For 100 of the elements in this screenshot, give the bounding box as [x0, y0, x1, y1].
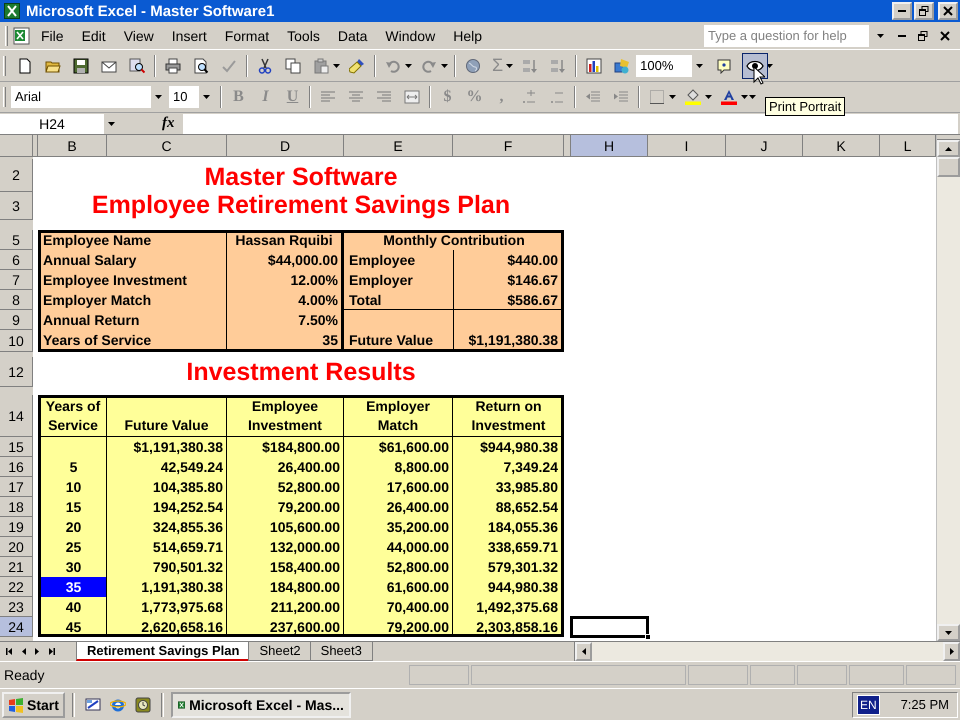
right-arrow-icon[interactable]	[35, 648, 39, 655]
scroll-right-button[interactable]	[943, 642, 960, 661]
column-header[interactable]: E	[344, 135, 453, 157]
browser-icon[interactable]	[110, 696, 126, 712]
menu-item[interactable]: File	[31, 28, 72, 44]
check-mark-icon[interactable]	[221, 58, 237, 74]
column-header[interactable]: L	[880, 135, 936, 157]
menu-item[interactable]: Data	[328, 28, 376, 44]
first-sheet-icon[interactable]	[6, 648, 13, 655]
row-header[interactable]: 6	[0, 250, 33, 270]
column-header[interactable]	[33, 135, 38, 157]
menu-item[interactable]: Format	[214, 28, 278, 44]
language-indicator[interactable]: EN	[857, 694, 880, 714]
taskbar-button[interactable]: Microsoft Excel - Mas...	[170, 692, 351, 718]
column-header[interactable]: K	[803, 135, 880, 157]
scroll-thumb[interactable]	[937, 157, 960, 177]
row-header[interactable]: 7	[0, 270, 33, 290]
left-arrow-icon[interactable]	[22, 648, 26, 655]
caret-icon[interactable]	[669, 95, 676, 99]
zoom-field[interactable]: 100%	[636, 54, 692, 76]
column-header[interactable]: B	[38, 135, 107, 157]
name-box[interactable]: H24	[0, 114, 104, 134]
menu-item[interactable]: View	[114, 28, 162, 44]
formula-field[interactable]	[182, 114, 958, 134]
scroll-down-button[interactable]	[937, 624, 960, 641]
sheet-tab[interactable]: Sheet2	[248, 642, 312, 661]
merge-cells-icon[interactable]	[404, 89, 420, 105]
clipboard-icon[interactable]	[313, 58, 329, 74]
shapes-icon[interactable]	[614, 58, 630, 74]
row-header[interactable]: 14	[0, 395, 33, 437]
document-icon[interactable]	[17, 58, 33, 74]
split-handle[interactable]	[570, 642, 575, 661]
scroll-left-button[interactable]	[575, 642, 592, 661]
caret-icon[interactable]	[705, 95, 712, 99]
row-header[interactable]: 24	[0, 617, 33, 637]
media-player-icon[interactable]	[134, 696, 151, 712]
select-all-button[interactable]	[0, 135, 33, 157]
caret-icon[interactable]	[333, 64, 340, 68]
restore-icon[interactable]	[918, 30, 928, 40]
row-header[interactable]: 23	[0, 597, 33, 617]
scroll-up-button[interactable]	[937, 140, 960, 157]
minimize-button[interactable]	[892, 2, 912, 20]
globe-icon[interactable]	[465, 58, 481, 74]
vertical-scrollbar[interactable]	[936, 135, 960, 641]
row-header[interactable]: 16	[0, 457, 33, 477]
brush-icon[interactable]	[349, 58, 365, 74]
font-field[interactable]: Arial	[11, 86, 151, 108]
copy-icon[interactable]	[285, 58, 301, 74]
speech-bubble-icon[interactable]	[716, 58, 732, 74]
row-header[interactable]: 2	[0, 159, 33, 192]
row-header[interactable]: 19	[0, 517, 33, 537]
close-button[interactable]	[938, 2, 958, 20]
close-icon[interactable]	[940, 30, 950, 40]
page-magnifier-icon[interactable]	[193, 58, 209, 74]
search-icon[interactable]	[129, 58, 145, 74]
selected-cell[interactable]	[570, 616, 649, 638]
column-header[interactable]: F	[453, 135, 564, 157]
row-header[interactable]: 21	[0, 557, 33, 577]
column-header[interactable]: D	[227, 135, 344, 157]
column-header[interactable]: H	[571, 135, 648, 157]
split-handle[interactable]	[937, 135, 960, 140]
row-header[interactable]: 22	[0, 577, 33, 597]
row-header[interactable]: 9	[0, 310, 33, 330]
menu-item[interactable]: Edit	[72, 28, 114, 44]
minimize-icon[interactable]	[898, 34, 906, 36]
desktop-icon[interactable]	[84, 696, 101, 712]
bar-chart-icon[interactable]	[586, 58, 602, 74]
start-button[interactable]: Start	[2, 692, 65, 718]
row-header[interactable]: 20	[0, 537, 33, 557]
row-header[interactable]: 10	[0, 330, 33, 352]
caret-icon[interactable]	[441, 64, 448, 68]
font-size-field[interactable]: 10	[169, 86, 199, 108]
caret-icon[interactable]	[506, 64, 514, 68]
column-header[interactable]: C	[107, 135, 227, 157]
row-header[interactable]: 18	[0, 497, 33, 517]
row-header[interactable]: 17	[0, 477, 33, 497]
restore-button[interactable]	[914, 2, 934, 20]
menu-item[interactable]: Tools	[277, 28, 328, 44]
scissors-icon[interactable]	[257, 58, 273, 74]
horizontal-scrollbar[interactable]	[570, 642, 960, 661]
sheet-tab[interactable]: Retirement Savings Plan	[76, 642, 250, 661]
caret-icon[interactable]	[766, 64, 774, 68]
row-header[interactable]: 12	[0, 357, 33, 387]
printer-icon[interactable]	[165, 58, 181, 74]
borders-icon[interactable]	[649, 89, 665, 105]
font-color-icon[interactable]	[721, 89, 737, 105]
row-header[interactable]: 15	[0, 437, 33, 457]
caret-icon[interactable]	[405, 64, 412, 68]
column-header[interactable]: I	[648, 135, 726, 157]
menu-item[interactable]: Insert	[162, 28, 215, 44]
fill-bucket-icon[interactable]	[685, 89, 701, 105]
row-header[interactable]: 5	[0, 230, 33, 250]
last-sheet-icon[interactable]	[48, 648, 55, 655]
help-search-field[interactable]: Type a question for help	[704, 24, 869, 46]
column-header[interactable]	[564, 135, 571, 157]
menu-item[interactable]: Help	[443, 28, 490, 44]
menu-item[interactable]: Window	[375, 28, 444, 44]
column-header[interactable]: J	[726, 135, 803, 157]
caret-icon[interactable]	[877, 34, 884, 38]
row-header[interactable]: 8	[0, 290, 33, 310]
